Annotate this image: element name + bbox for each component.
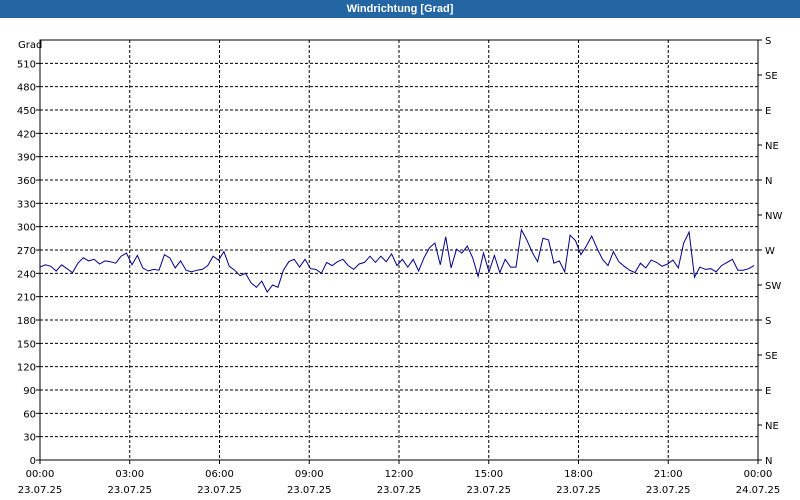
x-tick-date-label: 24.07.25 <box>736 485 781 496</box>
x-tick-time-label: 06:00 <box>205 469 234 480</box>
right-tick-label: NE <box>765 141 779 152</box>
x-tick-date-label: 23.07.25 <box>287 485 332 496</box>
right-tick-label: NW <box>765 211 782 222</box>
right-tick-label: SE <box>765 351 778 362</box>
right-tick-label: E <box>765 386 771 397</box>
y-tick-label: 420 <box>17 129 36 140</box>
y-tick-label: 0 <box>30 456 36 467</box>
y-tick-label: 390 <box>17 153 36 164</box>
grid <box>40 40 758 460</box>
wind-direction-chart: Grad 0 30 60 90 120 150 180 210 240 270 300 330 360 3… <box>17 36 783 496</box>
y-tick-label: 180 <box>17 316 36 327</box>
right-tick-label: W <box>765 246 775 257</box>
x-tick-date-label: 23.07.25 <box>646 485 691 496</box>
x-tick-date-label: 23.07.25 <box>556 485 601 496</box>
right-tick-label: S <box>765 316 771 327</box>
x-tick-date-label: 23.07.25 <box>18 485 63 496</box>
x-tick-date-label: 23.07.25 <box>377 485 422 496</box>
y-tick-label: 270 <box>17 246 36 257</box>
y-tick-label: 300 <box>17 223 36 234</box>
x-tick-date-label: 23.07.25 <box>466 485 511 496</box>
y-axis-label: Grad <box>18 40 42 51</box>
x-axis-ticks: 00:00 23.07.25 03:00 23.07.25 06:00 23.07.25 0… <box>18 460 781 496</box>
x-tick-time-label: 09:00 <box>295 469 324 480</box>
y-tick-label: 210 <box>17 293 36 304</box>
right-tick-label: SE <box>765 71 778 82</box>
x-tick-time-label: 21:00 <box>654 469 683 480</box>
y-tick-label: 240 <box>17 269 36 280</box>
right-tick-label: E <box>765 106 771 117</box>
right-tick-label: N <box>765 176 772 187</box>
right-axis-ticks: N NE E SE S SW W NW N NE E SE S <box>758 36 782 467</box>
x-tick-time-label: 00:00 <box>744 469 773 480</box>
right-tick-label: SW <box>765 281 781 292</box>
x-tick-time-label: 15:00 <box>474 469 503 480</box>
x-tick-time-label: 18:00 <box>564 469 593 480</box>
right-tick-label: S <box>765 36 771 47</box>
y-tick-label: 30 <box>23 433 36 444</box>
x-tick-date-label: 23.07.25 <box>107 485 152 496</box>
y-tick-label: 330 <box>17 199 36 210</box>
x-tick-time-label: 12:00 <box>385 469 414 480</box>
y-axis-ticks: 0 30 60 90 120 150 180 210 240 270 300 330 360 390 420… <box>17 59 40 467</box>
y-tick-label: 120 <box>17 363 36 374</box>
y-tick-label: 450 <box>17 106 36 117</box>
x-tick-date-label: 23.07.25 <box>197 485 242 496</box>
y-tick-label: 360 <box>17 176 36 187</box>
y-tick-label: 480 <box>17 83 36 94</box>
x-tick-time-label: 00:00 <box>26 469 55 480</box>
wind-direction-series-line <box>39 228 755 293</box>
y-tick-label: 150 <box>17 339 36 350</box>
y-tick-label: 510 <box>17 59 36 70</box>
y-tick-label: 60 <box>23 409 36 420</box>
y-tick-label: 90 <box>23 386 36 397</box>
right-tick-label: N <box>765 456 772 467</box>
x-tick-time-label: 03:00 <box>115 469 144 480</box>
right-tick-label: NE <box>765 421 779 432</box>
